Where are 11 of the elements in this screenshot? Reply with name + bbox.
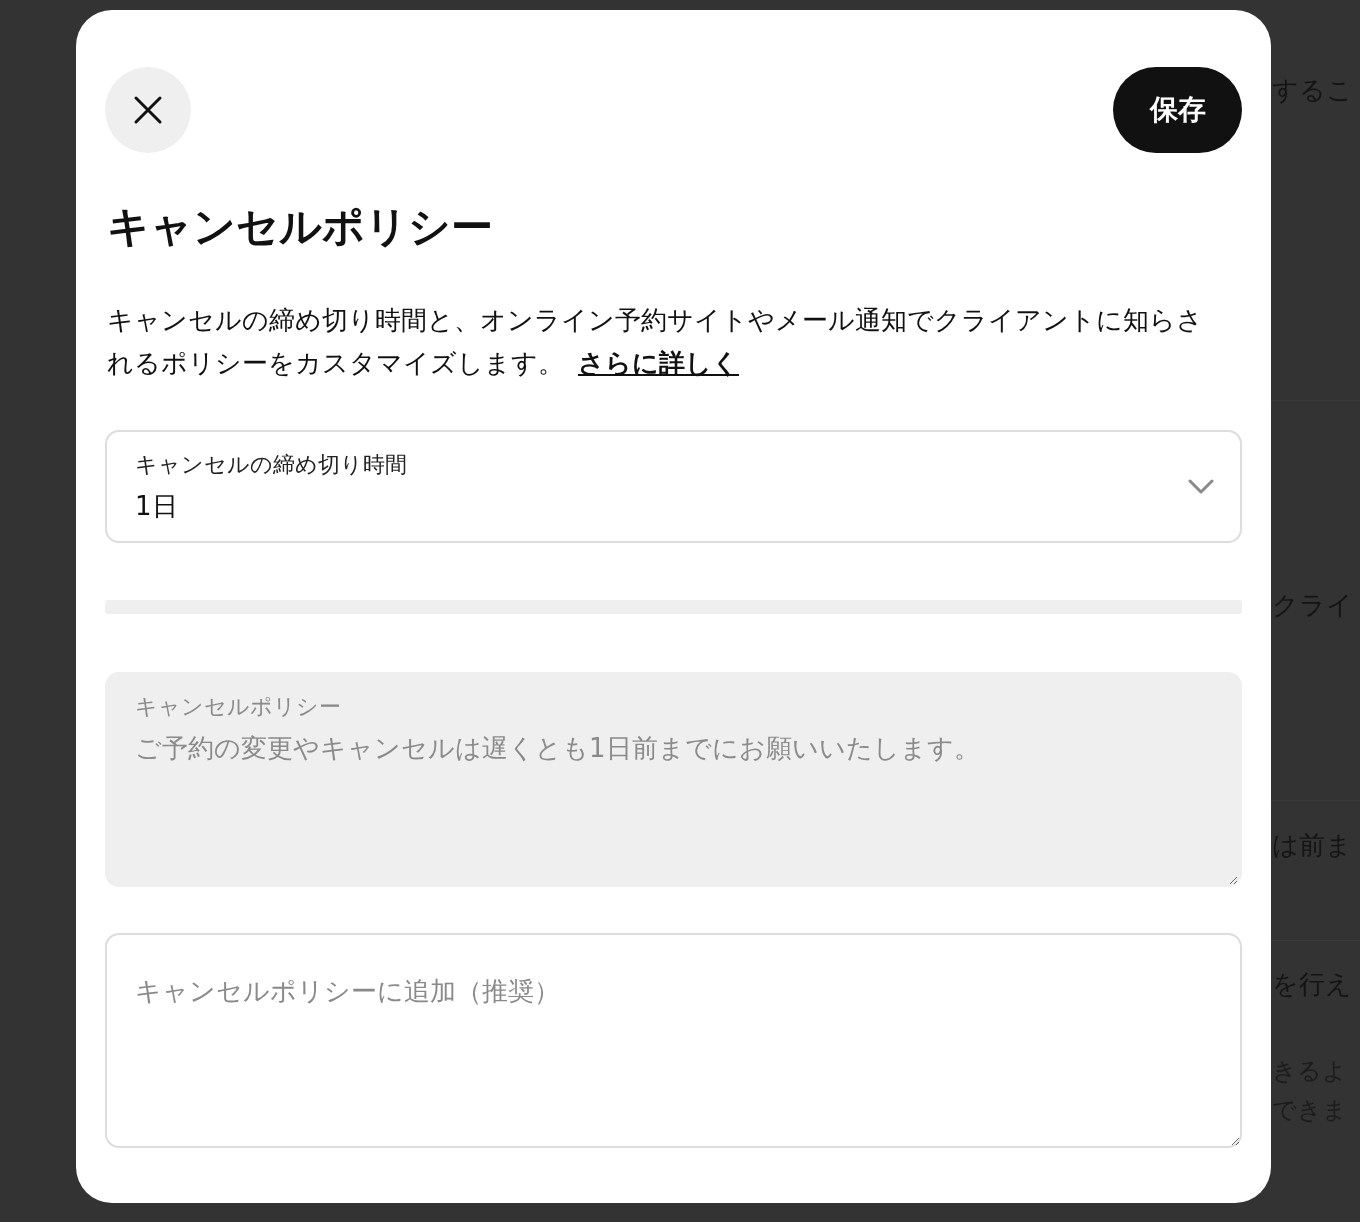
deadline-select[interactable]: キャンセルの締め切り時間 1日	[105, 430, 1242, 543]
close-icon	[133, 95, 163, 125]
learn-more-link[interactable]: さらに詳しく	[578, 348, 739, 378]
description-text: キャンセルの締め切り時間と、オンライン予約サイトやメール通知でクライアントに知らされるポリシーをカスタマイズします。 さらに詳しく	[107, 304, 1204, 380]
save-button[interactable]: 保存	[1113, 67, 1242, 153]
chevron-down-icon	[1188, 478, 1214, 495]
dialog-title: キャンセルポリシー	[107, 201, 494, 253]
select-label: キャンセルの締め切り時間	[135, 450, 408, 479]
input-field[interactable]: キャンセルポリシーに追加（推奨）	[107, 935, 1240, 1146]
select-value: 1日	[135, 489, 179, 523]
field-label: キャンセルポリシー	[135, 693, 342, 721]
